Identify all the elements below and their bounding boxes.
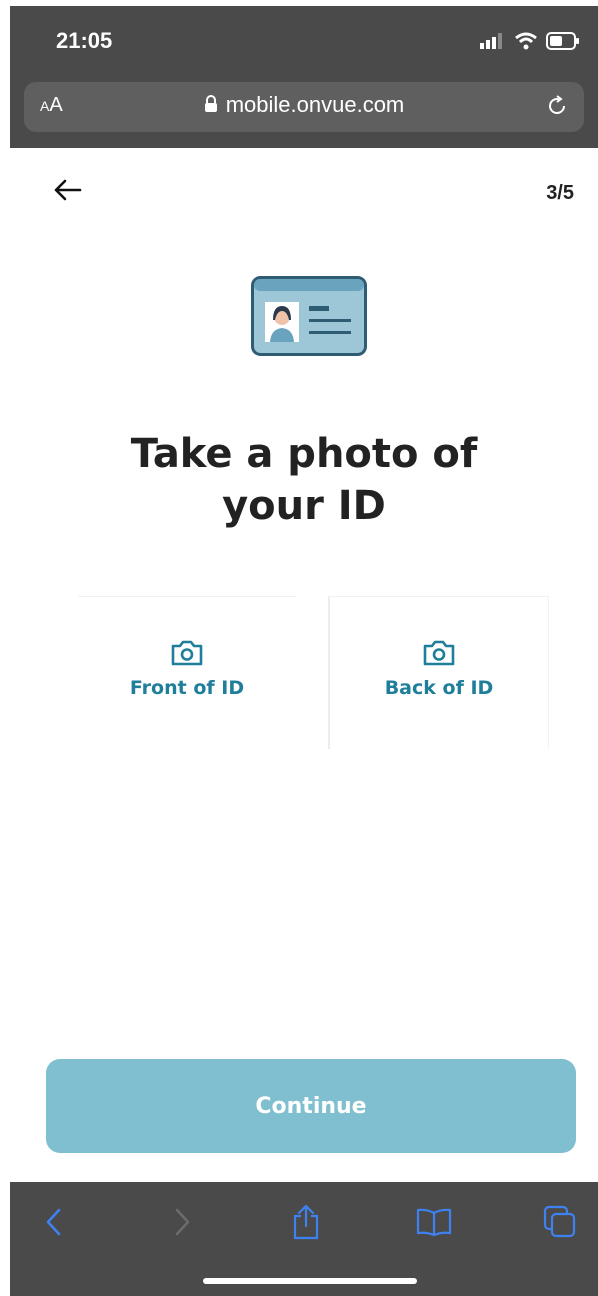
id-card-icon xyxy=(251,276,367,360)
share-icon[interactable] xyxy=(286,1202,326,1242)
back-of-id-label: Back of ID xyxy=(384,677,494,699)
browser-toolbar xyxy=(10,1182,598,1296)
status-time: 21:05 xyxy=(56,28,113,53)
tabs-icon[interactable] xyxy=(540,1202,580,1242)
url-display[interactable]: mobile.onvue.com xyxy=(24,92,584,119)
page-content: 3/5 Take a photo of your ID Front of ID … xyxy=(10,148,598,1182)
back-arrow-icon[interactable] xyxy=(52,178,82,206)
home-indicator[interactable] xyxy=(203,1278,417,1284)
front-of-id-card[interactable]: Front of ID xyxy=(78,596,296,749)
address-bar[interactable]: AA mobile.onvue.com xyxy=(24,82,584,132)
wifi-icon xyxy=(514,32,538,54)
reload-icon[interactable] xyxy=(546,94,570,122)
front-of-id-label: Front of ID xyxy=(129,677,245,699)
lock-icon xyxy=(204,93,218,119)
status-icons xyxy=(480,32,580,54)
continue-button[interactable]: Continue xyxy=(46,1059,576,1153)
page-title: Take a photo of your ID xyxy=(130,431,478,529)
camera-icon xyxy=(330,639,548,671)
browser-header: AA mobile.onvue.com xyxy=(10,78,598,148)
url-text: mobile.onvue.com xyxy=(225,92,405,117)
step-indicator: 3/5 xyxy=(546,182,574,204)
phone-screen: 21:05 AA mobile.onvue.com 3/5 Take a pho… xyxy=(10,6,598,1296)
back-of-id-card[interactable]: Back of ID xyxy=(328,596,549,749)
bookmarks-icon[interactable] xyxy=(414,1202,454,1242)
signal-bars-icon xyxy=(480,33,506,53)
battery-icon xyxy=(546,32,580,54)
camera-icon xyxy=(78,639,296,671)
forward-icon[interactable] xyxy=(162,1202,202,1242)
back-icon[interactable] xyxy=(34,1202,74,1242)
status-bar: 21:05 xyxy=(10,6,598,78)
